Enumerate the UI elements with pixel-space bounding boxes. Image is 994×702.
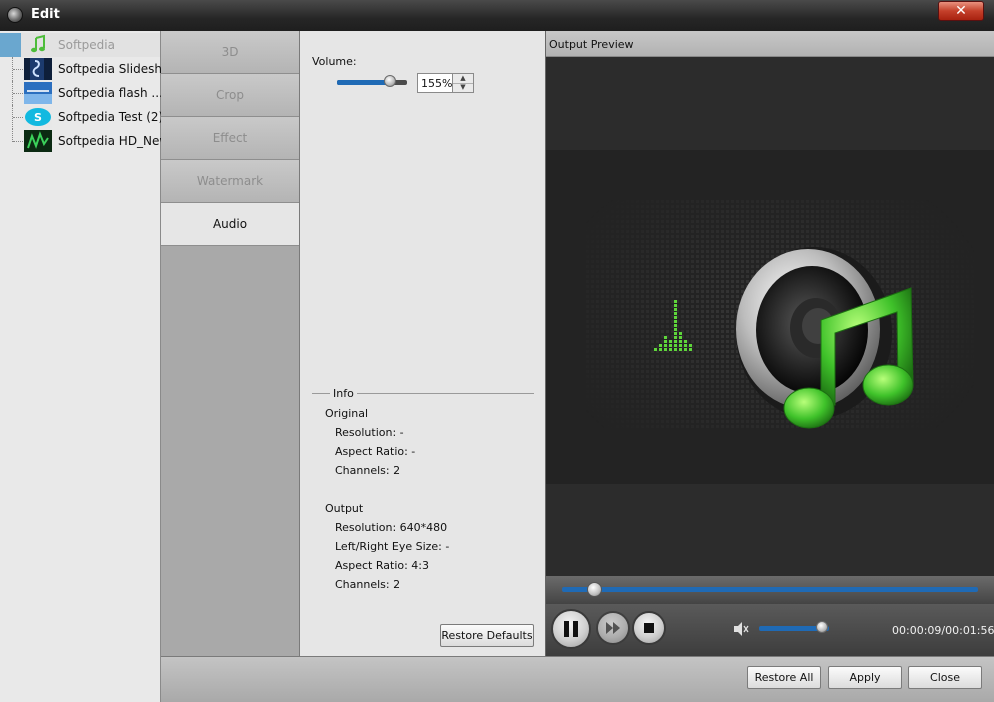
fast-forward-button[interactable] (596, 611, 630, 645)
fast-forward-icon (606, 622, 620, 634)
preview-volume-handle[interactable] (816, 621, 828, 633)
playback-controls: 00:00:09/00:01:56 (546, 604, 994, 656)
tree-connector (12, 57, 23, 81)
selection-marker (0, 33, 21, 57)
svg-text:S: S (34, 111, 42, 124)
spin-down-icon[interactable]: ▼ (453, 83, 473, 92)
video-thumbnail (24, 58, 52, 80)
output-eye-size: Left/Right Eye Size: - (335, 540, 450, 553)
original-heading: Original (325, 407, 369, 420)
restore-defaults-button[interactable]: Restore Defaults (440, 624, 534, 647)
apply-button[interactable]: Apply (828, 666, 902, 689)
volume-label: Volume: (312, 55, 357, 68)
preview-video (546, 150, 994, 484)
file-label: Softpedia (58, 38, 115, 52)
file-label: Softpedia Test (2) (58, 110, 164, 124)
close-button[interactable]: Close (908, 666, 982, 689)
output-preview-panel: Output Preview 00:00:09/00:01:56 (545, 31, 994, 656)
file-label: Softpedia HD_New (58, 134, 170, 148)
volume-value: 155% (421, 77, 453, 90)
window-close-button[interactable]: ✕ (938, 1, 984, 21)
preview-header: Output Preview (546, 31, 994, 57)
music-note-icon (24, 34, 52, 56)
file-item-hd-new[interactable]: Softpedia HD_New (0, 129, 169, 153)
seek-track[interactable] (562, 587, 978, 592)
bottom-bar: Restore All Apply Close (161, 656, 994, 702)
edit-tabs: 3D Crop Effect Watermark Audio (161, 31, 300, 656)
volume-slider[interactable] (337, 75, 407, 87)
tab-watermark[interactable]: Watermark (161, 160, 299, 203)
video-thumbnail (24, 130, 52, 152)
seek-bar[interactable] (546, 576, 994, 604)
preview-volume-slider[interactable] (759, 621, 829, 633)
file-item-test[interactable]: S Softpedia Test (2) (0, 105, 164, 129)
volume-slider-fill (337, 80, 390, 85)
restore-all-button[interactable]: Restore All (747, 666, 821, 689)
volume-slider-handle[interactable] (383, 75, 396, 87)
original-resolution: Resolution: - (335, 426, 404, 439)
tree-connector (12, 129, 23, 142)
file-item-slideshow[interactable]: Softpedia Slidesh... (0, 57, 173, 81)
tab-3d[interactable]: 3D (161, 31, 299, 74)
tab-effect[interactable]: Effect (161, 117, 299, 160)
pause-button[interactable] (551, 609, 591, 649)
app-logo-icon (7, 7, 23, 23)
file-item-softpedia[interactable]: Softpedia (0, 33, 160, 57)
original-channels: Channels: 2 (335, 464, 401, 477)
spin-buttons: ▲ ▼ (452, 74, 473, 92)
tab-audio[interactable]: Audio (161, 203, 299, 246)
audio-settings-panel: Volume: 155% ▲ ▼ Info Original Resolutio… (300, 31, 545, 656)
playback-time: 00:00:09/00:01:56 (892, 624, 994, 637)
video-thumbnail: S (24, 106, 52, 128)
speaker-volume-icon[interactable] (733, 621, 751, 641)
window-title: Edit (31, 7, 60, 22)
output-channels: Channels: 2 (335, 578, 401, 591)
pause-icon (564, 621, 578, 637)
audio-speaker-icon (586, 200, 976, 430)
preview-title: Output Preview (549, 38, 634, 51)
tab-crop[interactable]: Crop (161, 74, 299, 117)
tree-connector (12, 105, 23, 129)
seek-handle[interactable] (587, 582, 603, 597)
output-heading: Output (325, 502, 364, 515)
original-aspect-ratio: Aspect Ratio: - (335, 445, 416, 458)
stop-button[interactable] (632, 611, 666, 645)
tree-connector (12, 81, 23, 105)
file-label: Softpedia flash ... (58, 86, 163, 100)
video-thumbnail (24, 82, 52, 104)
file-list: Softpedia Softpedia Slidesh... Softpedia… (0, 31, 173, 702)
stop-icon (644, 623, 654, 633)
output-resolution: Resolution: 640*480 (335, 521, 448, 534)
file-label: Softpedia Slidesh... (58, 62, 174, 76)
output-aspect-ratio: Aspect Ratio: 4:3 (335, 559, 430, 572)
title-bar: Edit ✕ (0, 0, 994, 31)
volume-spinbox[interactable]: 155% ▲ ▼ (417, 73, 474, 93)
file-item-flash[interactable]: Softpedia flash ... (0, 81, 163, 105)
info-title: Info (330, 387, 357, 400)
